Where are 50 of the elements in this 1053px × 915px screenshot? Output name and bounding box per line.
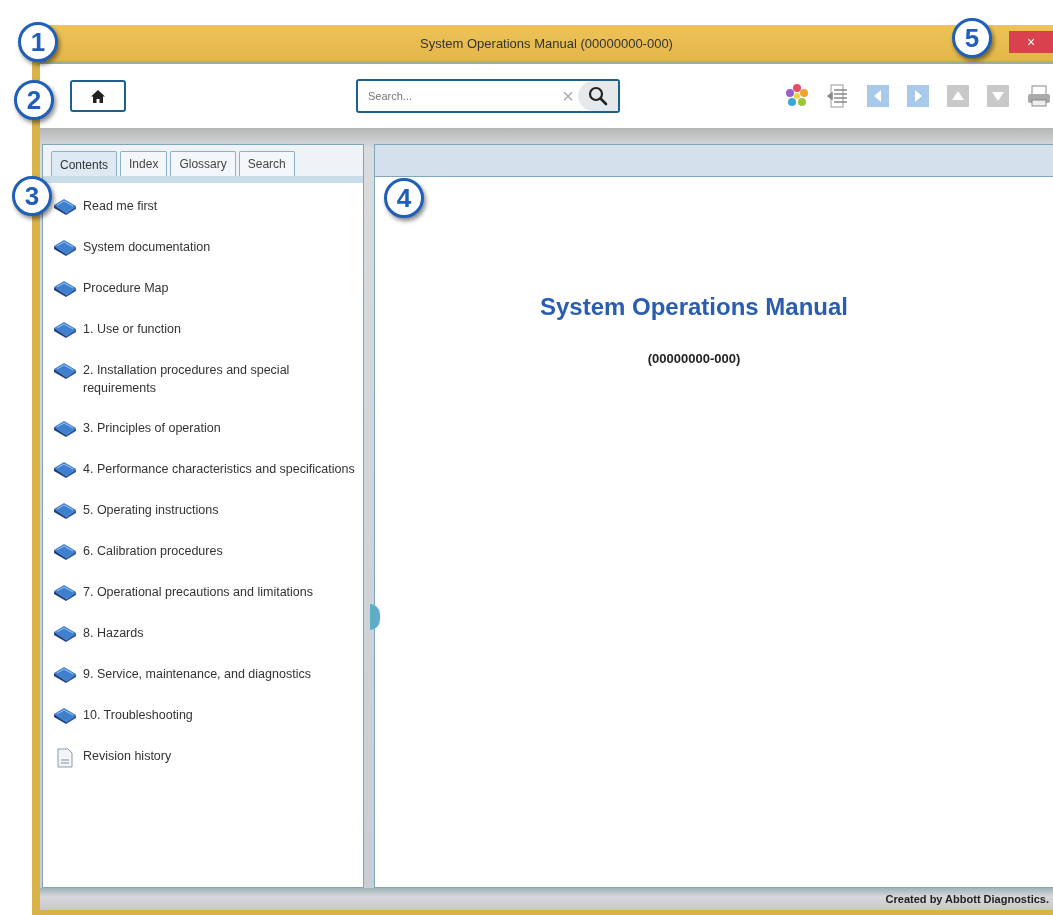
callout-badge: 1 <box>18 22 58 62</box>
book-icon <box>53 239 77 257</box>
book-icon <box>53 198 77 216</box>
contents-item[interactable]: 1. Use or function <box>83 320 181 338</box>
contents-item[interactable]: System documentation <box>83 238 211 256</box>
book-icon <box>53 625 77 643</box>
book-icon <box>53 362 77 380</box>
book-icon <box>53 584 77 602</box>
down-icon[interactable] <box>987 85 1009 107</box>
tab[interactable]: Index <box>120 151 168 176</box>
contents-item[interactable]: Revision history <box>83 747 172 765</box>
up-icon[interactable] <box>947 85 969 107</box>
book-icon <box>53 707 77 725</box>
contents-item[interactable]: 3. Principles of operation <box>83 419 221 437</box>
next-icon[interactable] <box>907 85 929 107</box>
contents-item[interactable]: 7. Operational precautions and limitations <box>83 583 313 601</box>
book-icon <box>53 666 77 684</box>
list-icon[interactable] <box>827 84 849 108</box>
contents-item[interactable]: 8. Hazards <box>83 624 144 642</box>
book-icon <box>53 321 77 339</box>
contents-item[interactable]: 5. Operating instructions <box>83 501 219 519</box>
tab[interactable]: Glossary <box>170 151 236 176</box>
book-icon <box>53 420 77 438</box>
book-icon <box>53 543 77 561</box>
home-button[interactable] <box>70 80 126 112</box>
search-icon[interactable] <box>588 86 608 106</box>
tab[interactable]: Search <box>238 151 295 176</box>
window-title: System Operations Manual (00000000-000) <box>420 35 673 51</box>
home-icon <box>91 89 105 103</box>
book-icon <box>53 461 77 479</box>
contents-item[interactable]: 10. Troubleshooting <box>83 706 193 724</box>
color-wheel-icon[interactable] <box>785 84 809 108</box>
credit-text: Created by Abbott Diagnostics. <box>885 893 1049 905</box>
contents-item[interactable]: 6. Calibration procedures <box>83 542 223 560</box>
print-icon[interactable] <box>1027 85 1051 107</box>
contents-item[interactable]: 4. Performance characteristics and specifications <box>83 460 355 478</box>
callout-badge: 2 <box>14 80 54 120</box>
contents-item[interactable]: 9. Service, maintenance, and diagnostics <box>83 665 311 683</box>
book-icon <box>53 502 77 520</box>
contents-item[interactable]: Procedure Map <box>83 279 169 297</box>
document-title: System Operations Manual <box>539 293 849 321</box>
contents-item[interactable]: 2. Installation procedures and special requirements <box>83 361 355 397</box>
tab[interactable]: Contents <box>51 151 118 176</box>
document-subtitle: (00000000-000) <box>647 351 741 366</box>
contents-item[interactable]: Read me first <box>83 197 158 215</box>
previous-icon[interactable] <box>867 85 889 107</box>
callout-badge: 3 <box>12 176 52 216</box>
close-button[interactable]: × <box>1009 31 1053 53</box>
callout-badge: 5 <box>952 18 992 58</box>
book-icon <box>53 280 77 298</box>
